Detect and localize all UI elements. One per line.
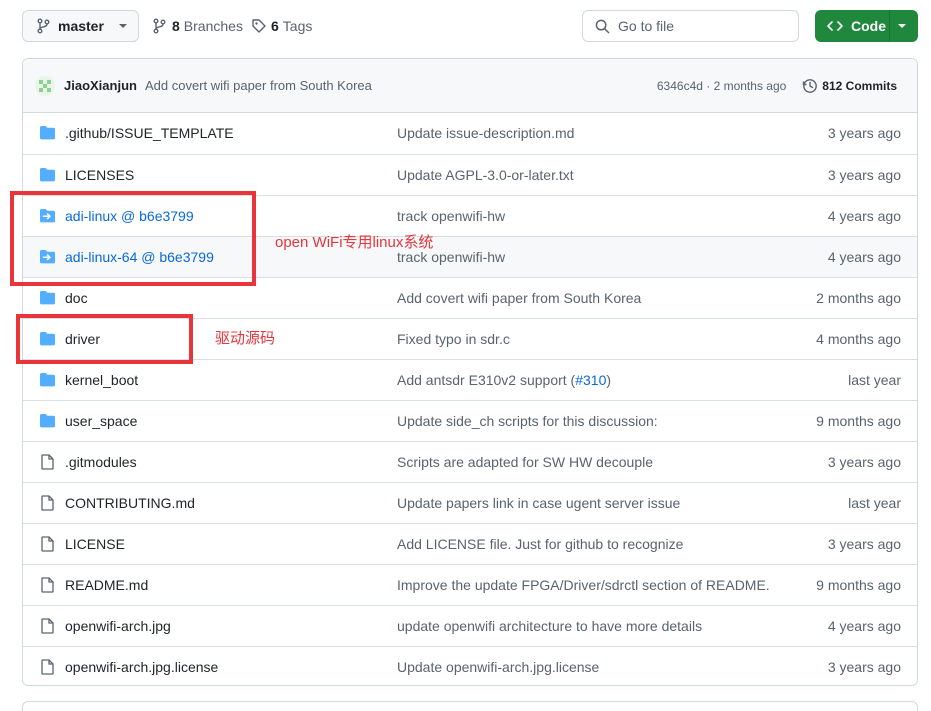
commit-message-text[interactable]: Add antsdr E310v2 support ( <box>397 372 575 388</box>
file-name-link[interactable]: .gitmodules <box>65 454 137 470</box>
commits-link[interactable]: 812 Commits <box>822 79 897 93</box>
folder-icon <box>39 413 56 429</box>
file-row-openwifi-arch-license[interactable]: openwifi-arch.jpg.license Update openwifi… <box>23 646 917 685</box>
commit-message-link[interactable]: Update side_ch scripts for this discussi… <box>397 413 658 429</box>
tag-icon <box>252 19 266 33</box>
file-row-gitmodules[interactable]: .gitmodules Scripts are adapted for SW HW… <box>23 441 917 482</box>
branches-count: 8 <box>172 18 180 34</box>
folder-icon <box>39 290 56 306</box>
code-button[interactable]: Code <box>815 10 918 42</box>
commit-message-link[interactable]: Update AGPL-3.0-or-later.txt <box>397 167 574 183</box>
file-row-readme[interactable]: README.md Improve the update FPGA/Driver/… <box>23 564 917 605</box>
file-name-link[interactable]: user_space <box>65 413 137 429</box>
branch-name: master <box>58 18 104 34</box>
commit-time: last year <box>848 495 901 511</box>
file-name-link[interactable]: kernel_boot <box>65 372 138 388</box>
annotation-text-driver: 驱动源码 <box>215 330 276 347</box>
commit-message-link[interactable]: update openwifi architecture to have mor… <box>397 618 702 634</box>
git-branch-icon <box>153 18 166 34</box>
chevron-down-icon <box>118 24 127 28</box>
file-name-link[interactable]: openwifi-arch.jpg.license <box>65 659 218 675</box>
file-name-link[interactable]: README.md <box>65 577 148 593</box>
history-icon <box>803 78 818 93</box>
file-icon <box>39 454 56 470</box>
file-icon <box>39 495 56 511</box>
file-icon <box>39 618 56 634</box>
commit-message-link[interactable]: Update papers link in case ugent server … <box>397 495 680 511</box>
readme-box <box>22 701 918 711</box>
file-row-contributing[interactable]: CONTRIBUTING.md Update papers link in cas… <box>23 482 917 523</box>
file-name-link[interactable]: LICENSE <box>65 536 125 552</box>
file-row-licenses[interactable]: LICENSES Update AGPL-3.0-or-later.txt 3 ye… <box>23 154 917 195</box>
branch-select-button[interactable]: master <box>22 10 139 42</box>
commit-message-link[interactable]: Scripts are adapted for SW HW decouple <box>397 454 653 470</box>
annotation-box-driver <box>16 314 193 364</box>
search-icon <box>595 19 610 33</box>
annotation-text-linux: open WiFi专用linux系统 <box>275 234 434 251</box>
commit-message-link[interactable]: Update openwifi-arch.jpg.license <box>397 659 599 675</box>
commit-time: 4 months ago <box>816 331 901 347</box>
branches-link[interactable]: 8 Branches <box>152 10 243 42</box>
commit-message-link[interactable]: Add LICENSE file. Just for github to rec… <box>397 536 683 552</box>
file-row-user-space[interactable]: user_space Update side_ch scripts for thi… <box>23 400 917 441</box>
tags-label: Tags <box>282 18 313 34</box>
go-to-file-input[interactable]: Go to file <box>582 10 799 42</box>
commit-message-link[interactable]: Update issue-description.md <box>397 125 574 141</box>
repo-toolbar: master 8 Branches 6 Tags Go to file Code <box>22 10 918 42</box>
file-name-link[interactable]: openwifi-arch.jpg <box>65 618 171 634</box>
search-placeholder: Go to file <box>618 18 675 34</box>
commit-author[interactable]: JiaoXianjun <box>64 78 137 93</box>
commit-time: 3 years ago <box>827 167 901 183</box>
commit-time: 3 years ago <box>827 659 901 675</box>
commit-time: 4 years ago <box>827 618 901 634</box>
file-name-link[interactable]: CONTRIBUTING.md <box>65 495 195 511</box>
chevron-down-icon[interactable] <box>897 18 907 34</box>
file-row-kernel-boot[interactable]: kernel_boot Add antsdr E310v2 support (#3… <box>23 359 917 400</box>
annotation-box-linux <box>10 191 256 286</box>
commit-message[interactable]: Add covert wifi paper from South Korea <box>145 78 372 93</box>
tags-link[interactable]: 6 Tags <box>251 10 312 42</box>
file-name-link[interactable]: .github/ISSUE_TEMPLATE <box>65 125 234 141</box>
commit-message-link[interactable]: Improve the update FPGA/Driver/sdrctl se… <box>397 577 770 593</box>
code-icon <box>827 21 843 31</box>
file-icon <box>39 577 56 593</box>
branches-label: Branches <box>183 18 243 34</box>
commit-meta: 6346c4d · 2 months ago 812 Commits <box>657 78 897 94</box>
latest-commit-bar: JiaoXianjun Add covert wifi paper from S… <box>23 59 917 113</box>
commit-time: 9 months ago <box>816 413 901 429</box>
commit-message-link[interactable]: Add antsdr E310v2 support (#310) <box>397 372 611 388</box>
pull-request-link[interactable]: #310 <box>575 372 606 388</box>
git-branch-icon <box>37 18 50 34</box>
folder-icon <box>39 372 56 388</box>
folder-icon <box>39 167 56 183</box>
commit-time: 4 years ago <box>827 249 901 265</box>
folder-icon <box>39 125 56 141</box>
file-name-link[interactable]: doc <box>65 290 88 306</box>
file-row-openwifi-arch-jpg[interactable]: openwifi-arch.jpg update openwifi archite… <box>23 605 917 646</box>
tags-count: 6 <box>271 18 279 34</box>
commit-time: 9 months ago <box>816 577 901 593</box>
file-row-license[interactable]: LICENSE Add LICENSE file. Just for github… <box>23 523 917 564</box>
file-name-link[interactable]: LICENSES <box>65 167 134 183</box>
commit-message-link[interactable]: Fixed typo in sdr.c <box>397 331 510 347</box>
commit-time: 2 months ago <box>816 290 901 306</box>
avatar[interactable] <box>35 75 55 96</box>
commit-hash-time[interactable]: 6346c4d · 2 months ago <box>657 79 786 93</box>
file-icon <box>39 536 56 552</box>
commit-message-link[interactable]: track openwifi-hw <box>397 208 505 224</box>
commit-time: 3 years ago <box>827 536 901 552</box>
commit-time: 3 years ago <box>827 125 901 141</box>
commit-message-link[interactable]: Add covert wifi paper from South Korea <box>397 290 641 306</box>
file-icon <box>39 659 56 675</box>
commit-time: 3 years ago <box>827 454 901 470</box>
file-row-github-issue-template[interactable]: .github/ISSUE_TEMPLATE Update issue-descr… <box>23 113 917 154</box>
commit-time: last year <box>848 372 901 388</box>
code-label: Code <box>851 18 886 34</box>
code-button-divider <box>889 10 890 42</box>
file-listing: JiaoXianjun Add covert wifi paper from S… <box>22 58 918 686</box>
commit-message-tail[interactable]: ) <box>606 372 611 388</box>
commit-time: 4 years ago <box>827 208 901 224</box>
